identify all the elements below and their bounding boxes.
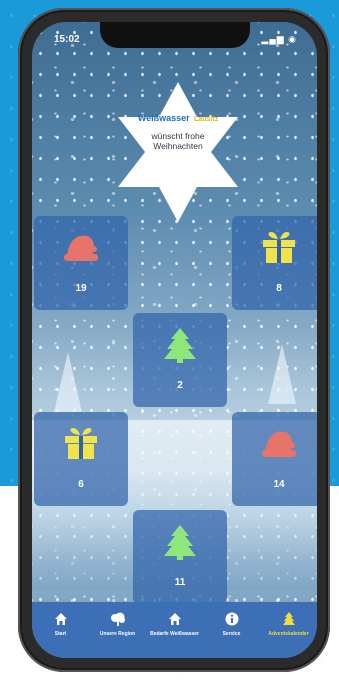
nav-label: Bedarfe Weißwasser [150, 631, 199, 637]
phone-notch [100, 22, 250, 48]
star-banner-icon [118, 82, 238, 222]
gift-icon [65, 428, 97, 459]
app-screen: 15:02 ▂▄▆ ◉ Weißwasser Lausitz wünscht f… [32, 22, 317, 658]
logo-subtext: Lausitz [194, 116, 219, 123]
nav-item-adventskalender[interactable]: Adventskalender [260, 602, 317, 658]
door-number: 11 [174, 577, 186, 588]
tree-icon [282, 612, 295, 625]
calendar-door-11[interactable]: 11 [133, 510, 227, 604]
nav-label: Adventskalender [268, 631, 309, 637]
nav-label: Unsere Region [99, 631, 136, 637]
calendar-door-6[interactable]: 6 [34, 412, 128, 506]
santa-hat-icon [64, 235, 98, 261]
door-number: 8 [276, 283, 282, 294]
tree-cloud-icon [110, 612, 125, 626]
status-time: 15:02 [54, 34, 80, 45]
calendar-door-14[interactable]: 14 [232, 412, 317, 506]
nav-label: Service [222, 631, 241, 637]
nav-item-service[interactable]: Service [203, 602, 260, 658]
tree-icon [164, 525, 196, 560]
door-number: 14 [273, 479, 285, 490]
gift-icon [263, 232, 295, 263]
door-number: 2 [177, 380, 183, 391]
nav-item-start[interactable]: Start [32, 602, 89, 658]
calendar-door-8[interactable]: 8 [232, 216, 317, 310]
nav-label: Start [54, 631, 67, 637]
logo-text: Weißwasser [137, 113, 190, 123]
home-icon [54, 613, 67, 625]
snowy-tree-right [268, 344, 296, 404]
snowy-tree-left [54, 352, 82, 412]
calendar-door-19[interactable]: 19 [34, 216, 128, 310]
bottom-navigation: Start Unsere Region Bedarfe Weißwasser S… [32, 602, 317, 658]
calendar-door-2[interactable]: 2 [133, 313, 227, 407]
greeting-text: wünscht frohe Weihnachten [128, 131, 228, 151]
santa-hat-icon [262, 431, 296, 457]
nav-item-unsere-region[interactable]: Unsere Region [89, 602, 146, 658]
status-icons: ▂▄▆ ◉ [261, 34, 297, 44]
nav-item-bedarfe[interactable]: Bedarfe Weißwasser [146, 602, 203, 658]
tree-icon [164, 328, 196, 363]
star-banner: Weißwasser Lausitz wünscht frohe Weihnac… [128, 108, 228, 151]
door-number: 19 [75, 283, 87, 294]
greeting-line-1: wünscht frohe [151, 131, 205, 141]
home-icon [168, 613, 181, 625]
greeting-line-2: Weihnachten [153, 141, 203, 151]
info-icon [225, 612, 238, 626]
door-number: 6 [78, 479, 84, 490]
